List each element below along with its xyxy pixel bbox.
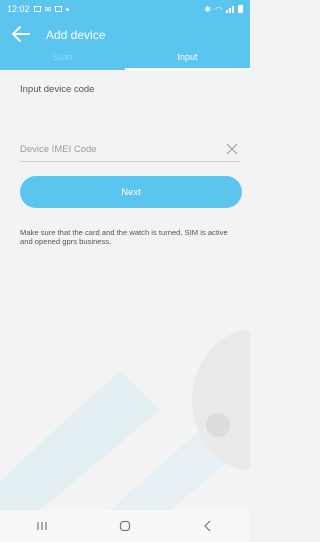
status-right: ✱ ◠ xyxy=(204,5,243,14)
battery-icon xyxy=(238,5,243,13)
system-nav-bar xyxy=(0,510,250,542)
status-time: 12:02 xyxy=(7,4,30,14)
input-underline xyxy=(20,161,240,162)
recent-apps-icon[interactable] xyxy=(22,513,62,539)
imei-input[interactable] xyxy=(20,142,210,156)
video-icon xyxy=(55,6,63,12)
device-code-label: Input device code xyxy=(20,84,95,95)
page-title: Add device xyxy=(46,28,106,42)
background-watermark xyxy=(0,330,250,510)
status-left: 12:02 ✉ xyxy=(7,4,70,14)
tab-scan[interactable]: Scan xyxy=(0,46,125,70)
main-content: Input device code Next Make sure that th… xyxy=(0,70,250,510)
close-icon[interactable] xyxy=(226,143,238,155)
mail-icon: ✉ xyxy=(44,4,52,14)
status-bar: 12:02 ✉ ✱ ◠ xyxy=(0,0,250,18)
tab-input[interactable]: Input xyxy=(125,46,250,70)
home-icon[interactable] xyxy=(105,513,145,539)
hint-text: Make sure that the card and the watch is… xyxy=(20,228,228,246)
arrow-left-icon[interactable] xyxy=(10,23,32,45)
app-bar: Add device Scan Input xyxy=(0,18,250,70)
gallery-icon xyxy=(33,6,41,12)
signal-icon xyxy=(226,5,234,13)
next-button[interactable]: Next xyxy=(20,176,242,208)
wifi-icon: ◠ xyxy=(215,4,222,14)
notification-dot-icon xyxy=(66,7,70,11)
back-icon[interactable] xyxy=(188,513,228,539)
alarm-icon: ✱ xyxy=(204,4,212,14)
